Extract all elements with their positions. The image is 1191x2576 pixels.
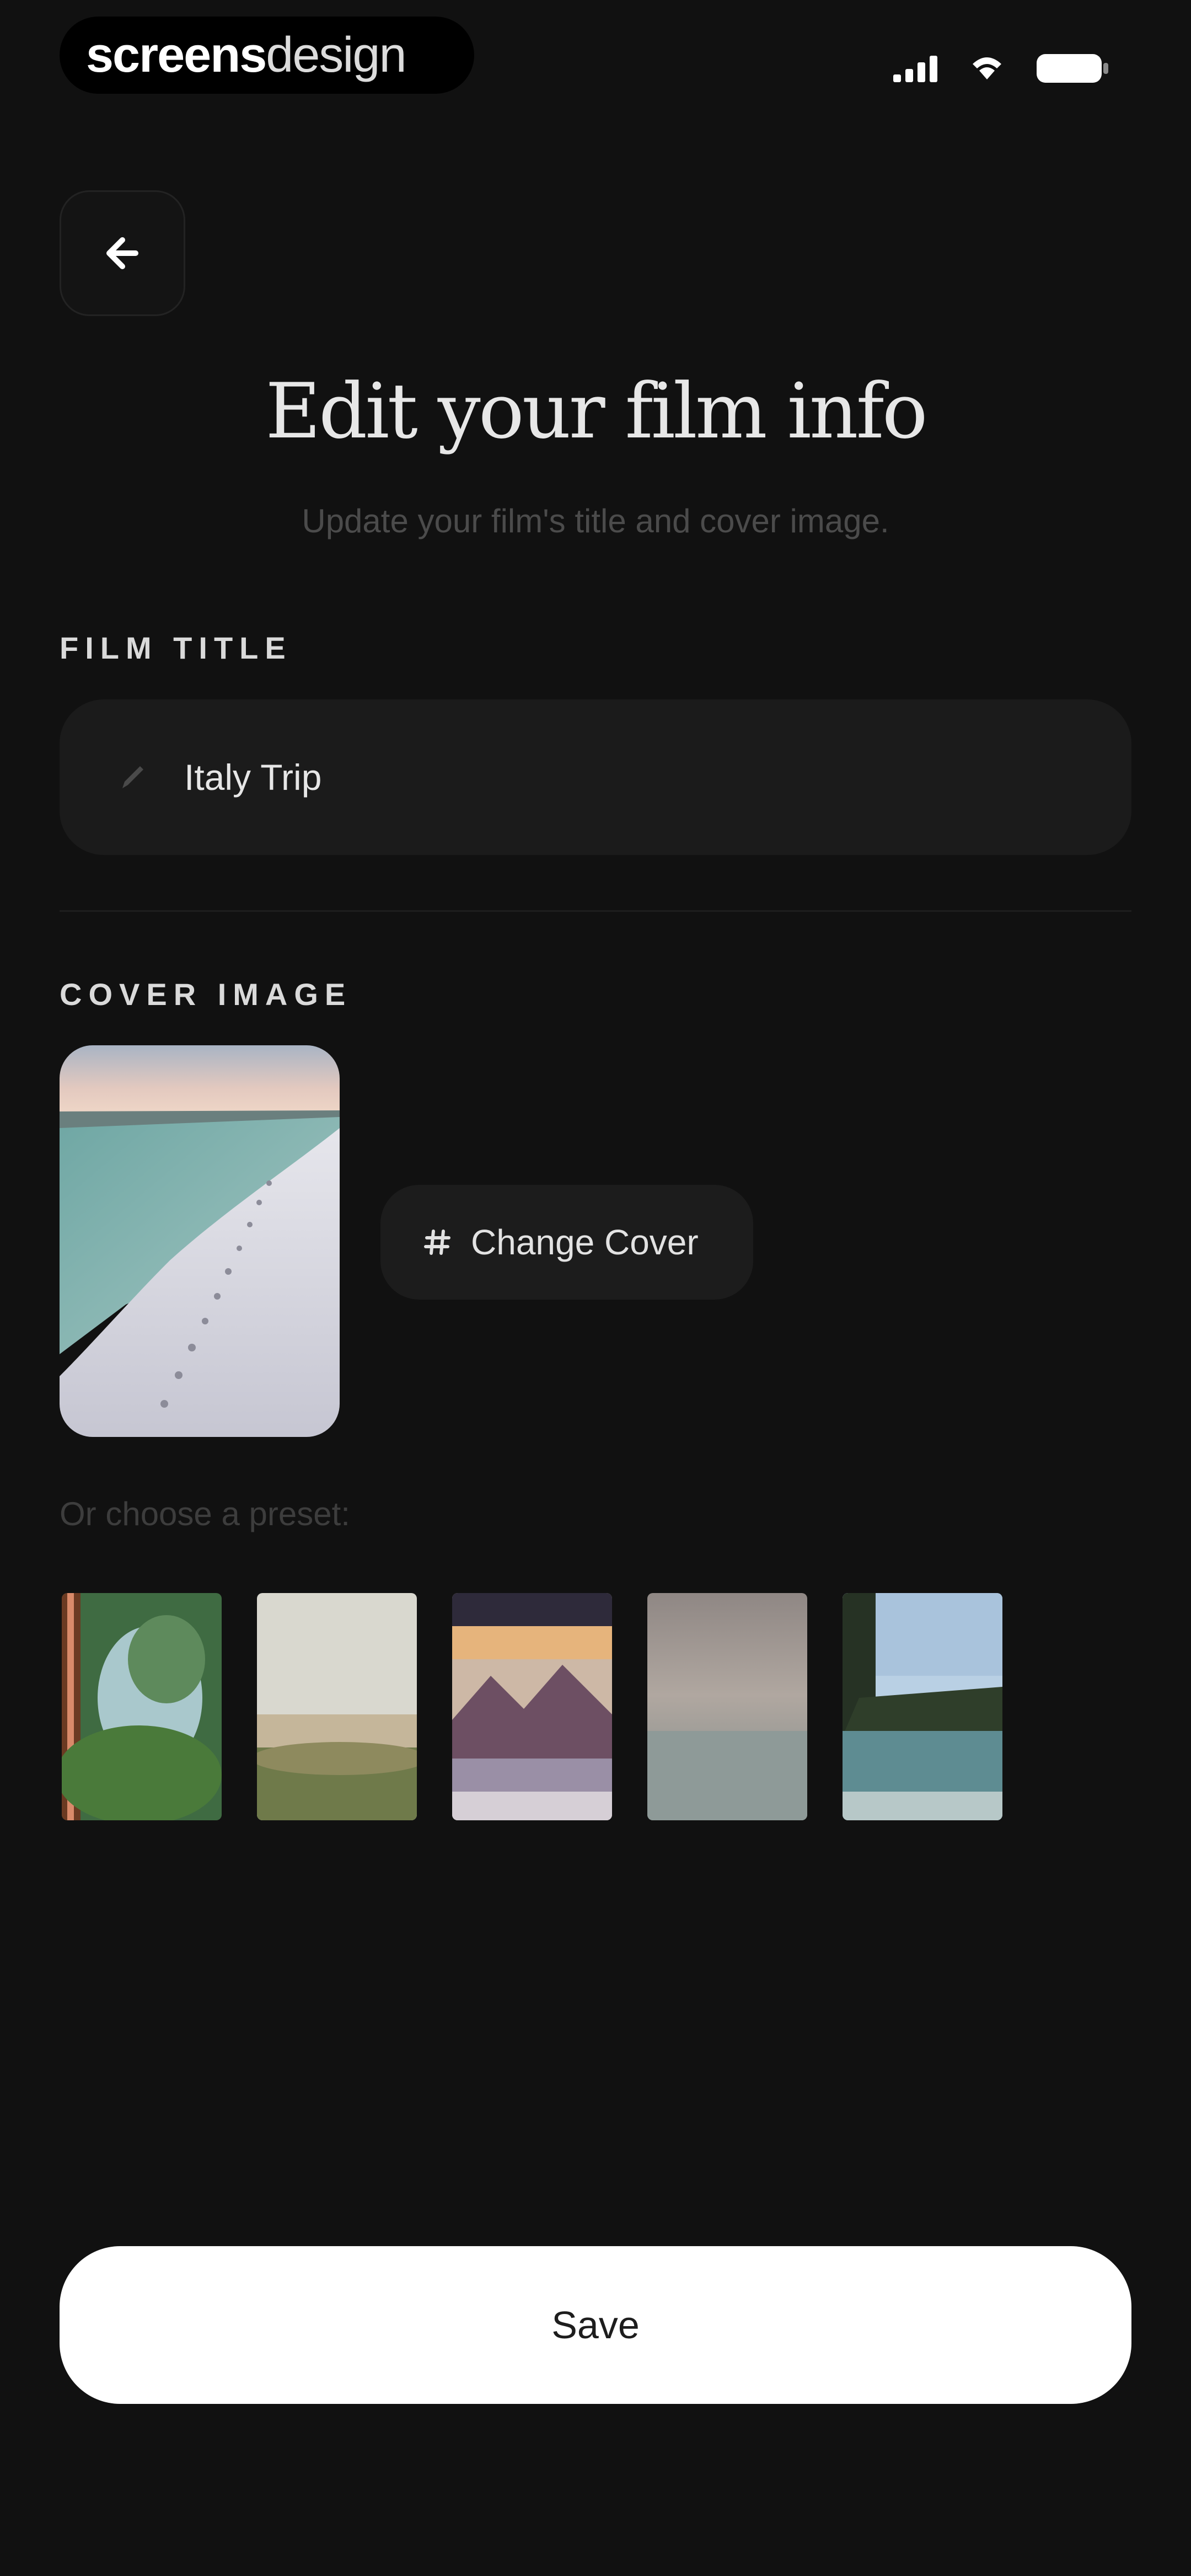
status-bar: screens design <box>0 0 1191 116</box>
preset-thumbnail[interactable] <box>62 1593 222 1820</box>
preset-label: Or choose a preset: <box>60 1495 350 1532</box>
page-title: Edit your film info <box>265 367 928 456</box>
preset-thumbnail[interactable] <box>647 1593 807 1820</box>
film-title-label: FILM TITLE <box>60 630 292 665</box>
brand-logo-light: design <box>266 27 406 83</box>
cover-image <box>60 1045 340 1437</box>
preset-thumbnail[interactable] <box>843 1593 1002 1820</box>
change-cover-button[interactable]: Change Cover <box>380 1185 753 1300</box>
preset-list <box>62 1593 1002 1820</box>
preset-thumbnail[interactable] <box>452 1593 612 1820</box>
status-icons <box>893 51 1108 86</box>
cover-image-label: COVER IMAGE <box>60 977 352 1012</box>
preset-thumbnail[interactable] <box>257 1593 417 1820</box>
battery-icon <box>1037 53 1108 84</box>
film-title-field[interactable] <box>60 699 1131 855</box>
brand-logo: screens design <box>60 17 474 94</box>
wifi-icon <box>970 55 1004 82</box>
back-button[interactable] <box>60 190 185 316</box>
film-title-input[interactable] <box>184 756 1011 798</box>
arrow-left-icon <box>106 237 138 269</box>
change-cover-label: Change Cover <box>471 1222 699 1262</box>
hash-icon <box>424 1230 450 1255</box>
page-subtitle: Update your film's title and cover image… <box>302 503 889 539</box>
pencil-icon <box>122 766 143 788</box>
divider <box>60 910 1131 912</box>
signal-icon <box>893 55 937 82</box>
brand-logo-bold: screens <box>86 27 267 83</box>
save-button[interactable]: Save <box>60 2246 1131 2404</box>
